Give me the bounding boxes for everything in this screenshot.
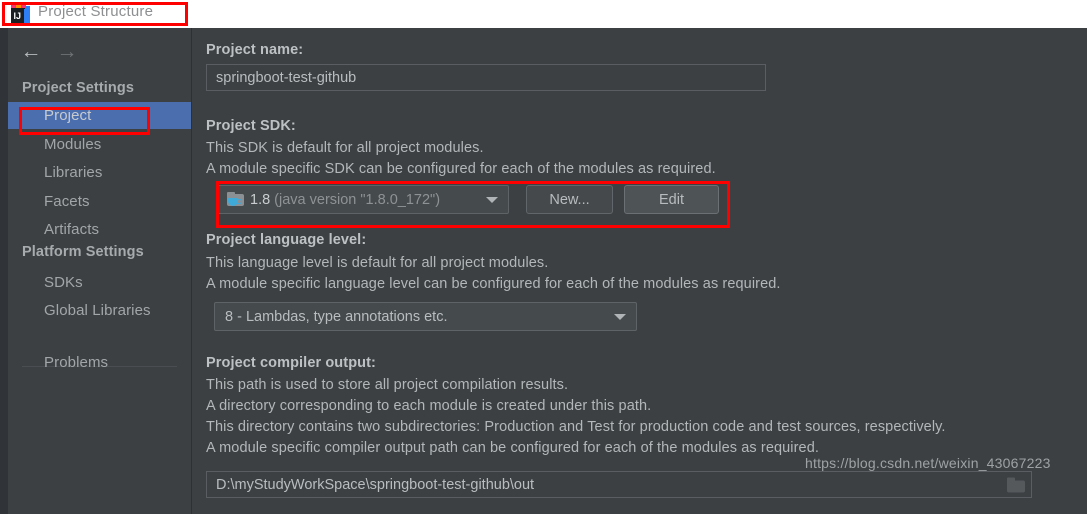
compiler-output-path-input[interactable]: D:\myStudyWorkSpace\springboot-test-gith…	[206, 471, 1032, 498]
sidebar-item-label: Modules	[44, 136, 102, 153]
forward-arrow-icon[interactable]: →	[50, 38, 84, 64]
sidebar-item-label: Global Libraries	[44, 302, 151, 319]
language-level-desc-line2: A module specific language level can be …	[206, 276, 781, 292]
sidebar-section-project-settings: Project Settings	[22, 80, 134, 96]
sidebar-item-artifacts[interactable]: Artifacts	[8, 216, 191, 243]
sidebar-item-label: Artifacts	[44, 221, 100, 238]
project-sdk-label: Project SDK:	[206, 118, 296, 134]
project-name-label: Project name:	[206, 42, 304, 58]
back-arrow-icon[interactable]: ←	[14, 38, 48, 64]
navigation-arrows: ← →	[14, 38, 184, 64]
sidebar-item-global-libraries[interactable]: Global Libraries	[8, 297, 191, 324]
language-level-value: 8 - Lambdas, type annotations etc.	[225, 308, 448, 325]
language-level-label: Project language level:	[206, 232, 367, 248]
project-name-value: springboot-test-github	[216, 69, 357, 86]
project-sdk-detail: (java version "1.8.0_172")	[274, 191, 441, 208]
project-structure-dialog: IJ Project Structure ← → Project Setting…	[0, 0, 1087, 514]
settings-sidebar: ← → Project Settings Project Modules Lib…	[8, 28, 191, 514]
java-sdk-folder-icon	[227, 192, 244, 207]
compiler-output-desc-line3: This directory contains two subdirectori…	[206, 419, 946, 435]
sidebar-item-sdks[interactable]: SDKs	[8, 269, 191, 296]
title-bar: IJ Project Structure	[0, 0, 1087, 28]
sidebar-item-label: Project	[44, 107, 92, 124]
project-sdk-desc-line2: A module specific SDK can be configured …	[206, 161, 716, 177]
sidebar-item-libraries[interactable]: Libraries	[8, 159, 191, 186]
sidebar-item-facets[interactable]: Facets	[8, 188, 191, 215]
folder-browse-icon[interactable]	[1007, 477, 1025, 492]
sidebar-item-project[interactable]: Project	[8, 102, 191, 129]
compiler-output-desc-line1: This path is used to store all project c…	[206, 377, 569, 393]
project-settings-panel: Project name: springboot-test-github Pro…	[192, 28, 1087, 514]
left-edge-strip	[0, 28, 8, 514]
compiler-output-desc-line2: A directory corresponding to each module…	[206, 398, 652, 414]
new-sdk-button[interactable]: New...	[526, 185, 613, 214]
project-name-input[interactable]: springboot-test-github	[206, 64, 766, 91]
sidebar-section-platform-settings: Platform Settings	[22, 244, 144, 260]
sidebar-item-label: Libraries	[44, 164, 103, 181]
compiler-output-path-value: D:\myStudyWorkSpace\springboot-test-gith…	[216, 476, 535, 493]
sidebar-item-label: Facets	[44, 193, 90, 210]
project-sdk-version: 1.8	[250, 191, 271, 208]
edit-sdk-button[interactable]: Edit	[624, 185, 719, 214]
intellij-idea-icon: IJ	[11, 4, 30, 23]
watermark-text: https://blog.csdn.net/weixin_43067223	[805, 455, 1051, 471]
sidebar-item-problems[interactable]: Problems	[8, 349, 191, 376]
project-sdk-desc-line1: This SDK is default for all project modu…	[206, 140, 484, 156]
compiler-output-label: Project compiler output:	[206, 355, 376, 371]
compiler-output-desc-line4: A module specific compiler output path c…	[206, 440, 820, 456]
language-level-combobox[interactable]: 8 - Lambdas, type annotations etc.	[214, 302, 637, 331]
dialog-body: ← → Project Settings Project Modules Lib…	[0, 28, 1087, 514]
chevron-down-icon	[614, 313, 626, 320]
window-title: Project Structure	[38, 3, 154, 20]
language-level-desc-line1: This language level is default for all p…	[206, 255, 549, 271]
svg-text:IJ: IJ	[14, 11, 22, 21]
sidebar-item-label: Problems	[44, 354, 109, 371]
project-sdk-combobox[interactable]: 1.8 (java version "1.8.0_172")	[216, 185, 509, 214]
sidebar-item-label: SDKs	[44, 274, 83, 291]
sidebar-item-modules[interactable]: Modules	[8, 131, 191, 158]
chevron-down-icon	[486, 196, 498, 203]
